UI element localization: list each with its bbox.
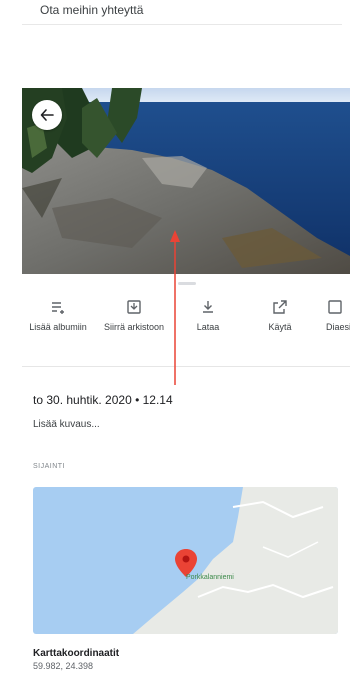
slideshow-icon bbox=[328, 300, 342, 314]
actions-row: Lisää albumiin Siirrä arkistoon Lataa Kä… bbox=[22, 292, 350, 367]
back-button[interactable] bbox=[32, 100, 62, 130]
add-to-playlist-icon bbox=[52, 302, 64, 314]
contact-strip[interactable]: Ota meihin yhteyttä bbox=[22, 0, 342, 25]
map-place-label: Porkkalanniemi bbox=[186, 574, 234, 581]
map-graphic bbox=[33, 487, 338, 634]
add-to-album-button[interactable]: Lisää albumiin bbox=[22, 292, 94, 362]
open-external-icon bbox=[273, 300, 287, 314]
sheet-handle[interactable] bbox=[178, 282, 196, 285]
arrow-left-icon bbox=[40, 109, 54, 121]
add-to-album-label: Lisää albumiin bbox=[29, 322, 87, 332]
date-time: to 30. huhtik. 2020 • 12.14 bbox=[33, 393, 173, 407]
location-section-label: SIJAINTI bbox=[33, 463, 66, 470]
use-as-button[interactable]: Käytä bbox=[244, 292, 316, 362]
use-as-label: Käytä bbox=[268, 322, 292, 332]
download-icon bbox=[203, 301, 213, 313]
coords-title: Karttakoordinaatit bbox=[33, 648, 120, 659]
contact-text: Ota meihin yhteyttä bbox=[40, 3, 144, 17]
archive-button[interactable]: Siirrä arkistoon bbox=[98, 292, 170, 362]
location-map[interactable]: Porkkalanniemi bbox=[33, 487, 338, 634]
download-button[interactable]: Lataa bbox=[172, 292, 244, 362]
photo-viewer[interactable] bbox=[22, 88, 350, 274]
add-description-field[interactable]: Lisää kuvaus... bbox=[33, 419, 100, 430]
archive-label: Siirrä arkistoon bbox=[103, 322, 165, 332]
landscape-photo bbox=[22, 88, 350, 274]
download-label: Lataa bbox=[196, 322, 220, 332]
slideshow-label: Diaesitys bbox=[326, 322, 350, 332]
slideshow-button[interactable]: Diaesitys bbox=[320, 292, 350, 362]
coords-value[interactable]: 59.982, 24.398 bbox=[33, 661, 93, 671]
archive-icon bbox=[127, 300, 141, 314]
